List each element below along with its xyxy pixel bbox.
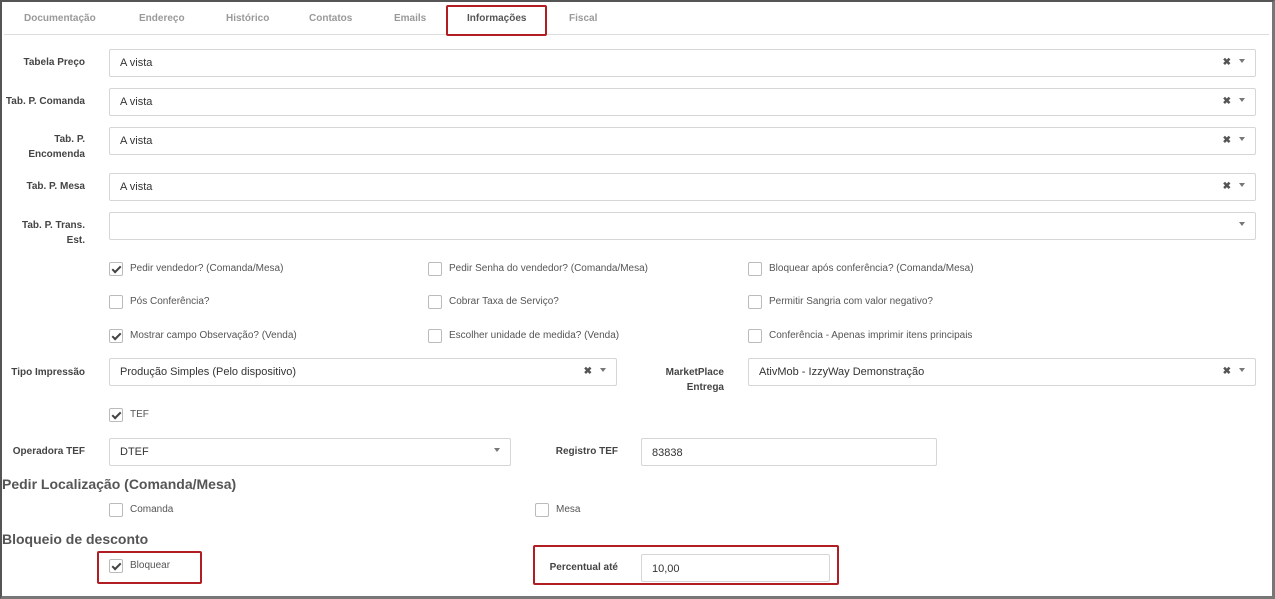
select-marketplace-entrega[interactable]: AtivMob - IzzyWay Demonstração ✖ xyxy=(748,358,1256,386)
checkbox-label: Pós Conferência? xyxy=(130,296,210,307)
chevron-down-icon[interactable] xyxy=(1239,137,1245,141)
chevron-down-icon[interactable] xyxy=(1239,59,1245,63)
label-line: Entrega xyxy=(686,382,724,393)
label-line: Tab. P. xyxy=(54,134,85,145)
section-title-bloqueio-desconto: Bloqueio de desconto xyxy=(2,531,149,547)
highlight-tab-informacoes xyxy=(446,5,547,36)
input-percentual-ate[interactable]: 10,00 xyxy=(641,554,830,582)
select-value: A vista xyxy=(120,96,153,108)
checkbox-box[interactable] xyxy=(535,503,549,517)
tab-endereco[interactable]: Endereço xyxy=(139,13,185,24)
select-value: DTEF xyxy=(120,446,149,458)
chevron-down-icon[interactable] xyxy=(1239,222,1245,226)
label-registro-tef: Registro TEF xyxy=(555,446,618,457)
checkbox-label: Conferência - Apenas imprimir itens prin… xyxy=(769,330,973,341)
label-line: MarketPlace xyxy=(665,367,724,378)
select-value: A vista xyxy=(120,181,153,193)
checkbox-box[interactable] xyxy=(109,295,123,309)
clear-icon[interactable]: ✖ xyxy=(1223,135,1231,146)
checkbox-box[interactable] xyxy=(428,262,442,276)
select-operadora-tef[interactable]: DTEF xyxy=(109,438,511,466)
checkbox-label: Permitir Sangria com valor negativo? xyxy=(769,296,933,307)
checkbox-label: Escolher unidade de medida? (Venda) xyxy=(449,330,620,341)
checkbox-box[interactable] xyxy=(109,503,123,517)
checkbox-label: Mostrar campo Observação? (Venda) xyxy=(130,330,297,341)
checkbox-label: Cobrar Taxa de Serviço? xyxy=(449,296,559,307)
input-registro-tef[interactable]: 83838 xyxy=(641,438,937,466)
label-tab-comanda: Tab. P. Comanda xyxy=(5,96,85,107)
select-tab-encomenda[interactable]: A vista ✖ xyxy=(109,127,1256,155)
chevron-down-icon[interactable] xyxy=(1239,98,1245,102)
label-tipo-impressao: Tipo Impressão xyxy=(11,367,85,378)
select-tipo-impressao[interactable]: Produção Simples (Pelo dispositivo) ✖ xyxy=(109,358,617,386)
tab-fiscal[interactable]: Fiscal xyxy=(569,13,597,24)
input-value: 83838 xyxy=(652,447,683,459)
checkbox-label: Bloquear após conferência? (Comanda/Mesa… xyxy=(769,263,974,274)
chevron-down-icon[interactable] xyxy=(1239,368,1245,372)
label-percentual-ate: Percentual até xyxy=(549,562,618,573)
checkbox-label: Bloquear xyxy=(130,560,171,571)
tab-historico[interactable]: Histórico xyxy=(226,13,269,24)
check-icon[interactable] xyxy=(109,262,123,276)
tab-emails[interactable]: Emails xyxy=(394,13,426,24)
tab-contatos[interactable]: Contatos xyxy=(309,13,352,24)
checkbox-label: Comanda xyxy=(130,504,174,515)
chevron-down-icon[interactable] xyxy=(494,448,500,452)
input-value: 10,00 xyxy=(652,563,680,575)
label-tabela-preco: Tabela Preço xyxy=(23,57,85,68)
clear-icon[interactable]: ✖ xyxy=(584,366,592,377)
clear-icon[interactable]: ✖ xyxy=(1223,96,1231,107)
chevron-down-icon[interactable] xyxy=(1239,183,1245,187)
label-line: Tab. P. Trans. xyxy=(22,220,85,231)
check-icon[interactable] xyxy=(109,559,123,573)
select-value: Produção Simples (Pelo dispositivo) xyxy=(120,366,297,378)
label-tab-mesa: Tab. P. Mesa xyxy=(26,181,85,192)
select-tabela-preco[interactable]: A vista ✖ xyxy=(109,49,1256,77)
clear-icon[interactable]: ✖ xyxy=(1223,181,1231,192)
check-icon[interactable] xyxy=(109,329,123,343)
section-title-localizacao: Pedir Localização (Comanda/Mesa) xyxy=(2,476,237,492)
select-value: A vista xyxy=(120,135,153,147)
label-marketplace-entrega: MarketPlace Entrega xyxy=(640,365,724,395)
label-line: Est. xyxy=(66,235,85,246)
check-icon[interactable] xyxy=(109,408,123,422)
select-tab-trans-est[interactable] xyxy=(109,212,1256,240)
checkbox-box[interactable] xyxy=(428,295,442,309)
checkbox-label: Pedir Senha do vendedor? (Comanda/Mesa) xyxy=(449,263,649,274)
clear-icon[interactable]: ✖ xyxy=(1223,366,1231,377)
checkbox-box[interactable] xyxy=(748,262,762,276)
select-value: A vista xyxy=(120,57,153,69)
select-tab-comanda[interactable]: A vista ✖ xyxy=(109,88,1256,116)
label-tab-trans-est: Tab. P. Trans. Est. xyxy=(2,218,85,248)
checkbox-box[interactable] xyxy=(748,295,762,309)
label-operadora-tef: Operadora TEF xyxy=(12,446,85,457)
checkbox-label: TEF xyxy=(130,409,149,420)
label-tab-encomenda: Tab. P. Encomenda xyxy=(2,132,85,162)
checkbox-label: Pedir vendedor? (Comanda/Mesa) xyxy=(130,263,284,274)
select-value: AtivMob - IzzyWay Demonstração xyxy=(759,366,925,378)
clear-icon[interactable]: ✖ xyxy=(1223,57,1231,68)
tab-documentacao[interactable]: Documentação xyxy=(24,13,96,24)
checkbox-box[interactable] xyxy=(428,329,442,343)
chevron-down-icon[interactable] xyxy=(600,368,606,372)
checkbox-box[interactable] xyxy=(748,329,762,343)
label-line: Encomenda xyxy=(28,149,85,160)
select-tab-mesa[interactable]: A vista ✖ xyxy=(109,173,1256,201)
checkbox-label: Mesa xyxy=(556,504,581,515)
tab-bar: Documentação Endereço Histórico Contatos… xyxy=(4,4,1269,35)
